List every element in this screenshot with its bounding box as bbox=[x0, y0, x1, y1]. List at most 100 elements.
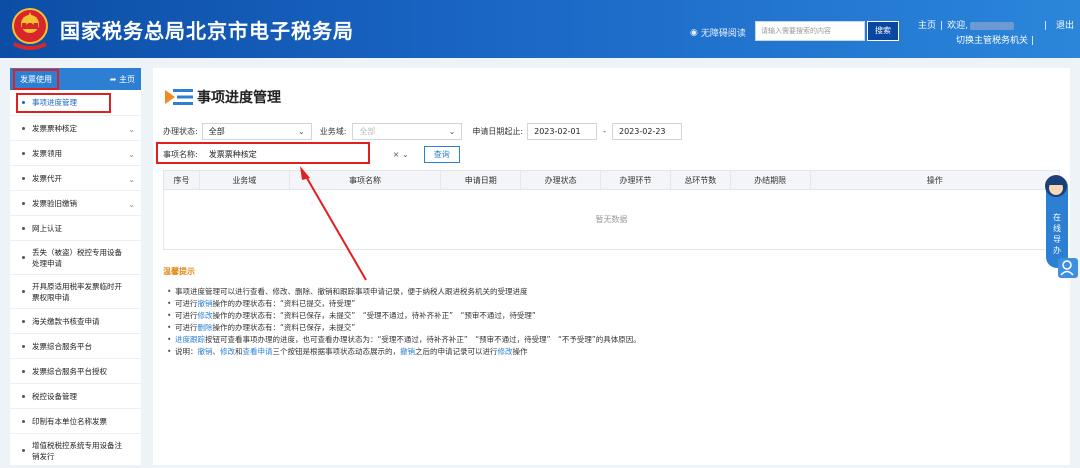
search-input[interactable]: 请输入需要搜索的内容 bbox=[755, 21, 865, 41]
top-nav: 主页 | 欢迎, bbox=[918, 20, 1016, 32]
column-header: 办结期限 bbox=[731, 171, 811, 189]
tip-text: 操作的办理状态有：“资料已保存，未提交” “受理不通过，待补齐补正” “预审不通… bbox=[212, 311, 536, 320]
tip-item: 可进行撤销操作的办理状态有：“资料已提交，待受理” bbox=[167, 298, 641, 310]
tip-item: 可进行删除操作的办理状态有：“资料已保存，未提交” bbox=[167, 322, 641, 334]
sidebar-item-label: 增值税税控系统专用设备注销发行 bbox=[32, 440, 122, 461]
tips-list: 事项进度管理可以进行查看、修改、删除、撤销和跟踪事项申请记录，便于纳税人跟进税务… bbox=[167, 286, 641, 358]
sidebar-item-label: 网上认证 bbox=[32, 223, 62, 233]
sidebar-item[interactable]: 发票验旧缴销 ⌄ bbox=[10, 191, 141, 216]
column-header: 序号 bbox=[164, 171, 200, 189]
sidebar-item-label: 发票综合服务平台 bbox=[32, 341, 92, 351]
column-header: 总环节数 bbox=[671, 171, 731, 189]
back-arrow-icon: ➦ bbox=[109, 74, 117, 84]
status-label: 办理状态: bbox=[163, 127, 198, 136]
chevron-down-icon: ⌄ bbox=[128, 175, 135, 184]
empty-state: 暂无数据 bbox=[595, 215, 628, 224]
chevron-down-icon: ⌄ bbox=[128, 200, 135, 209]
sidebar-item-label: 发票代开 bbox=[32, 173, 62, 183]
tip-text: 、 bbox=[212, 347, 221, 356]
national-emblem-icon bbox=[12, 8, 48, 50]
sidebar-item[interactable]: 发票综合服务平台授权 bbox=[10, 359, 141, 384]
sidebar-item[interactable]: 印制有本单位名称发票 bbox=[10, 409, 141, 434]
sidebar-item[interactable]: 发票代开 ⌄ bbox=[10, 166, 141, 191]
column-header: 办理状态 bbox=[521, 171, 602, 189]
tip-text: 操作 bbox=[512, 347, 528, 356]
tip-text: 说明： bbox=[175, 347, 198, 356]
main-panel: 事项进度管理 办理状态: 全部 ⌄ 业务域: 全部 ⌄ 申请日期起止: 2023… bbox=[153, 68, 1070, 465]
sidebar-item-label: 发票综合服务平台授权 bbox=[32, 366, 107, 376]
tip-text: 事项进度管理可以进行查看、修改、删除、撤销和跟踪事项申请记录，便于纳税人跟进税务… bbox=[175, 287, 528, 296]
domain-select[interactable]: 全部 ⌄ bbox=[352, 123, 463, 140]
tip-text: 和 bbox=[235, 347, 243, 356]
sidebar-item[interactable]: 增值税税控系统专用设备注销发行 bbox=[10, 434, 141, 468]
accessibility-link[interactable]: ◉ 无障碍阅读 bbox=[690, 26, 746, 40]
tip-keyword: 撤销 bbox=[400, 347, 415, 356]
status-select[interactable]: 全部 ⌄ bbox=[201, 123, 312, 140]
tip-keyword: 修改 bbox=[197, 311, 213, 320]
sidebar-item[interactable]: 开具原适用税率发票临时开票权限申请 bbox=[10, 275, 141, 309]
site-title: 国家税务总局北京市电子税务局 bbox=[60, 19, 354, 43]
sidebar-item-label: 海关缴款书核查申请 bbox=[32, 316, 100, 326]
tip-text: 之后的申请记录可以进行 bbox=[415, 347, 498, 356]
date-separator: - bbox=[603, 127, 606, 136]
results-table: 序号 业务域 事项名称 申请日期 办理状态 办理环节 总环节数 办结期限 操作 暂无数据 bbox=[163, 170, 1060, 250]
tips-title: 温馨提示 bbox=[163, 267, 195, 276]
site-header: 国家税务总局北京市电子税务局 ◉ 无障碍阅读 请输入需要搜索的内容 搜索 主页 |… bbox=[0, 0, 1080, 58]
sidebar-item[interactable]: 网上认证 bbox=[10, 216, 141, 241]
sidebar-item-label: 丢失（被盗）税控专用设备处理申请 bbox=[32, 247, 122, 268]
chevron-down-icon: ⌄ bbox=[128, 150, 135, 159]
item-name-highlight bbox=[156, 142, 370, 164]
tip-text: 操作的办理状态有：“资料已保存，未提交” bbox=[212, 323, 356, 332]
tip-item: 可进行修改操作的办理状态有：“资料已保存，未提交” “受理不通过，待补齐补正” … bbox=[167, 310, 641, 322]
chevron-down-icon: ⌄ bbox=[298, 127, 305, 136]
sidebar-item[interactable]: 发票票种核定 ⌄ bbox=[10, 116, 141, 141]
sidebar-item[interactable]: 发票领用 ⌄ bbox=[10, 141, 141, 166]
tip-text: 可进行 bbox=[175, 311, 198, 320]
column-header: 业务域 bbox=[200, 171, 290, 189]
domain-label: 业务域: bbox=[319, 127, 347, 136]
username-redacted bbox=[969, 21, 1014, 30]
tip-keyword: 查看申请 bbox=[242, 347, 273, 356]
sidebar-item[interactable]: 海关缴款书核查申请 bbox=[10, 309, 141, 334]
sidebar-item[interactable]: 丢失（被盗）税控专用设备处理申请 bbox=[10, 241, 141, 275]
eye-icon: ◉ bbox=[690, 27, 698, 38]
column-header: 办理环节 bbox=[601, 171, 671, 189]
tip-keyword: 撤销 bbox=[197, 347, 213, 356]
logout-link[interactable]: | 退出 bbox=[1044, 20, 1074, 32]
search-button[interactable]: 搜索 bbox=[867, 21, 899, 41]
query-button[interactable]: 查询 bbox=[423, 146, 460, 163]
date-to-input[interactable]: 2023-02-23 bbox=[612, 123, 682, 140]
tip-keyword: 修改 bbox=[220, 347, 235, 356]
sidebar-item-label: 发票票种核定 bbox=[32, 123, 77, 133]
tip-item: 说明：撤销、修改和查看申请三个按钮是根据事项状态动态展示的，撤销之后的申请记录可… bbox=[167, 346, 641, 358]
tip-keyword: 删除 bbox=[197, 323, 213, 332]
tip-text: 可进行 bbox=[175, 299, 198, 308]
sidebar-item-label: 开具原适用税率发票临时开票权限申请 bbox=[32, 281, 122, 302]
table-header: 序号 业务域 事项名称 申请日期 办理状态 办理环节 总环节数 办结期限 操作 bbox=[164, 171, 1059, 190]
sidebar-home-link[interactable]: ➦ 主页 bbox=[110, 74, 135, 85]
home-link[interactable]: 主页 bbox=[918, 21, 936, 31]
tip-keyword: 修改 bbox=[497, 347, 513, 356]
welcome-text: 欢迎, bbox=[947, 21, 968, 31]
sidebar-menu: 事项进度管理 发票票种核定 ⌄ 发票领用 ⌄ 发票代开 ⌄ 发票验旧缴销 ⌄ 网上认证 丢失（被盗）… bbox=[10, 90, 141, 468]
user-service-icon[interactable] bbox=[1058, 258, 1078, 278]
switch-org-link[interactable]: 切换主管税务机关 | bbox=[956, 33, 1034, 46]
column-header: 申请日期 bbox=[441, 171, 522, 189]
chevron-down-icon: ⌄ bbox=[448, 127, 456, 136]
sidebar-header: 发票使用 ➦ 主页 bbox=[10, 68, 141, 90]
sidebar-item-label: 发票领用 bbox=[32, 148, 62, 158]
sidebar-item-label: 发票验旧缴销 bbox=[32, 198, 77, 208]
clear-and-chevron-icon[interactable]: × ⌄ bbox=[393, 150, 409, 159]
page-title: 事项进度管理 bbox=[165, 87, 281, 107]
sidebar-category[interactable]: 发票使用 bbox=[13, 68, 59, 90]
tip-text: 可进行 bbox=[175, 323, 198, 332]
sidebar-item-label: 税控设备管理 bbox=[32, 391, 77, 401]
sidebar-item[interactable]: 发票综合服务平台 bbox=[10, 334, 141, 359]
tip-item: 进度跟踪按钮可查看事项办理的进度，也可查看办理状态为：“受理不通过，待补齐补正”… bbox=[167, 334, 641, 346]
tip-item: 事项进度管理可以进行查看、修改、删除、撤销和跟踪事项申请记录，便于纳税人跟进税务… bbox=[167, 286, 641, 298]
date-from-input[interactable]: 2023-02-01 bbox=[527, 123, 598, 140]
column-header: 事项名称 bbox=[290, 171, 442, 189]
assistant-avatar-icon bbox=[1045, 175, 1067, 197]
filter-row-1: 办理状态: 全部 ⌄ 业务域: 全部 ⌄ 申请日期起止: 2023-02-01 … bbox=[163, 123, 682, 140]
sidebar-item[interactable]: 税控设备管理 bbox=[10, 384, 141, 409]
